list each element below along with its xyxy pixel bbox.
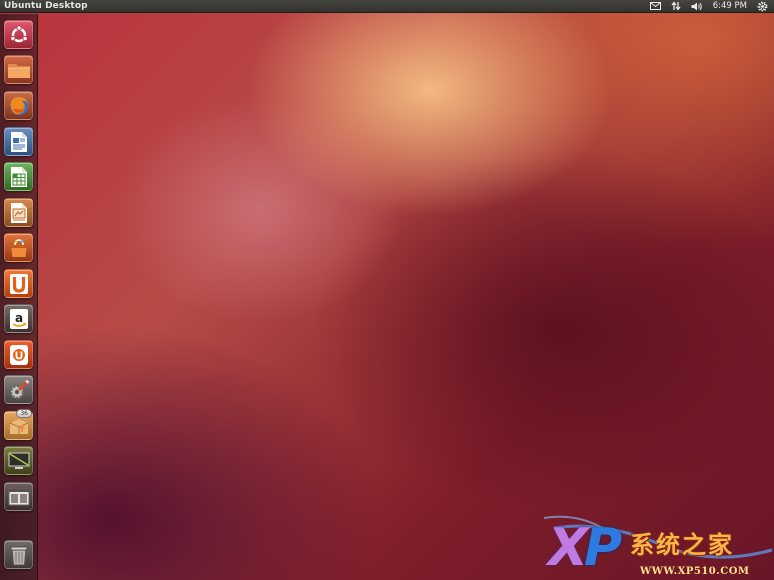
dash-home-button[interactable] [4, 20, 33, 49]
watermark-letter-p: P [584, 518, 623, 578]
ubuntu-software-center-button[interactable] [4, 233, 33, 262]
panel-title: Ubuntu Desktop [4, 0, 88, 11]
volume-icon[interactable] [691, 0, 703, 13]
ubuntu-one-icon [9, 273, 28, 294]
software-center-icon [10, 238, 27, 257]
update-count-badge: 36 [16, 409, 32, 418]
amazon-button[interactable]: a [4, 304, 33, 333]
network-icon[interactable] [671, 0, 681, 13]
ubuntu-logo-icon [9, 24, 28, 42]
workspace-switcher-icon [8, 452, 29, 469]
folder-icon [7, 63, 30, 78]
show-desktop-button[interactable] [4, 482, 33, 511]
ubuntu-one-music-icon [9, 344, 28, 365]
indicator-area: 6:49 PM [649, 0, 774, 13]
trash-button[interactable] [4, 540, 33, 569]
watermark-url: WWW.XP510.COM [640, 566, 750, 577]
libreoffice-calc-button[interactable] [4, 162, 33, 191]
mail-icon[interactable] [649, 0, 661, 13]
amazon-icon: a [9, 308, 28, 329]
home-folder-button[interactable] [4, 55, 33, 84]
settings-icon [9, 379, 29, 399]
firefox-icon [9, 96, 28, 115]
calc-icon [10, 166, 27, 187]
launcher: a 36 [0, 14, 38, 580]
writer-icon [10, 131, 27, 152]
watermark-name: 系统之家 [630, 531, 734, 559]
desktop-icon [8, 488, 29, 505]
ubuntu-one-music-button[interactable] [4, 340, 33, 369]
trash-icon [10, 546, 27, 565]
clock[interactable]: 6:49 PM [713, 0, 747, 13]
ubuntu-one-button[interactable] [4, 269, 33, 298]
top-panel: Ubuntu Desktop 6:49 PM [0, 0, 774, 13]
watermark: X P 系统之家 WWW.XP510.COM [544, 510, 774, 580]
update-manager-button[interactable]: 36 [4, 409, 33, 440]
gear-icon[interactable] [757, 0, 768, 13]
firefox-button[interactable] [4, 91, 33, 120]
impress-icon [10, 202, 27, 223]
libreoffice-writer-button[interactable] [4, 127, 33, 156]
workspace-switcher-button[interactable] [4, 446, 33, 475]
libreoffice-impress-button[interactable] [4, 198, 33, 227]
system-settings-button[interactable] [4, 375, 33, 404]
watermark-letter-x: X [548, 518, 589, 578]
svg-text:a: a [14, 311, 22, 325]
